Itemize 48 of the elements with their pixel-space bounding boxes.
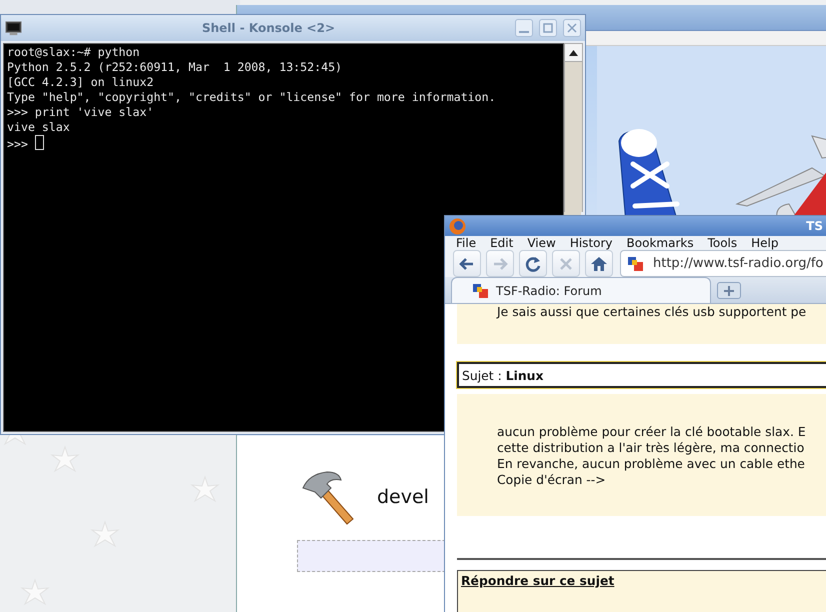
menu-item[interactable]: Help bbox=[744, 236, 786, 250]
home-button[interactable] bbox=[585, 250, 613, 277]
terminal-line: >>> bbox=[7, 135, 44, 152]
post-text: cette distribution a l'air très légère, ma connectio bbox=[496, 440, 806, 456]
terminal-line: [GCC 4.2.3] on linux2 bbox=[7, 75, 154, 90]
plus-icon bbox=[723, 284, 735, 296]
subject-text: Sujet : Linux bbox=[462, 368, 544, 382]
section-heading: devel bbox=[377, 486, 429, 508]
new-tab-button[interactable] bbox=[717, 282, 741, 299]
reply-heading: Répondre sur ce sujet bbox=[461, 573, 614, 588]
tab-label: TSF-Radio: Forum bbox=[496, 284, 602, 298]
browser-tab[interactable]: TSF-Radio: Forum bbox=[451, 277, 711, 303]
address-field[interactable]: http://www.tsf-radio.org/fo bbox=[620, 250, 826, 277]
post-text: Copie d'écran --> bbox=[496, 472, 607, 488]
window-title: Shell - Konsole <2> bbox=[200, 21, 336, 35]
minimize-button[interactable] bbox=[515, 19, 533, 37]
home-icon bbox=[590, 254, 608, 272]
menu-item[interactable]: Tools bbox=[700, 236, 744, 250]
site-logo-icon bbox=[627, 254, 645, 272]
menu-item[interactable]: File bbox=[449, 236, 484, 250]
text-cursor bbox=[34, 135, 44, 150]
site-logo-icon bbox=[472, 282, 490, 300]
close-button[interactable] bbox=[563, 19, 581, 37]
window-title: TS bbox=[805, 219, 823, 233]
post-text: Je sais aussi que certaines clés usb supportent pe bbox=[495, 304, 808, 320]
maximize-button[interactable] bbox=[539, 19, 557, 37]
menu-item[interactable]: Edit bbox=[483, 236, 520, 250]
menu-item[interactable]: View bbox=[520, 236, 563, 250]
maximize-icon bbox=[542, 22, 554, 34]
scrollbar[interactable] bbox=[564, 43, 583, 212]
menu-item[interactable]: History bbox=[562, 236, 620, 250]
browser-logo-icon bbox=[449, 218, 466, 234]
terminal-line: root@slax:~# python bbox=[7, 45, 140, 60]
terminal-line: >>> print 'vive slax' bbox=[7, 105, 154, 120]
terminal-icon bbox=[5, 20, 22, 36]
close-icon bbox=[566, 22, 578, 34]
post-text: En revanche, aucun problème avec un cable ethe bbox=[496, 456, 806, 472]
url-text: http://www.tsf-radio.org/fo bbox=[653, 256, 824, 271]
terminal-line: Type "help", "copyright", "credits" or "license" for more information. bbox=[7, 90, 496, 105]
terminal-line: vive slax bbox=[7, 120, 70, 135]
reload-icon bbox=[524, 254, 542, 272]
post-text: aucun problème pour créer la clé bootable slax. E bbox=[496, 424, 807, 440]
back-button[interactable] bbox=[453, 250, 481, 277]
terminal-line: Python 2.5.2 (r252:60911, Mar 1 2008, 13:52:45) bbox=[7, 60, 342, 75]
reload-button[interactable] bbox=[519, 250, 547, 277]
scroll-up-icon bbox=[569, 50, 578, 56]
minimize-icon bbox=[519, 31, 529, 33]
menu-item[interactable]: Bookmarks bbox=[620, 236, 701, 250]
